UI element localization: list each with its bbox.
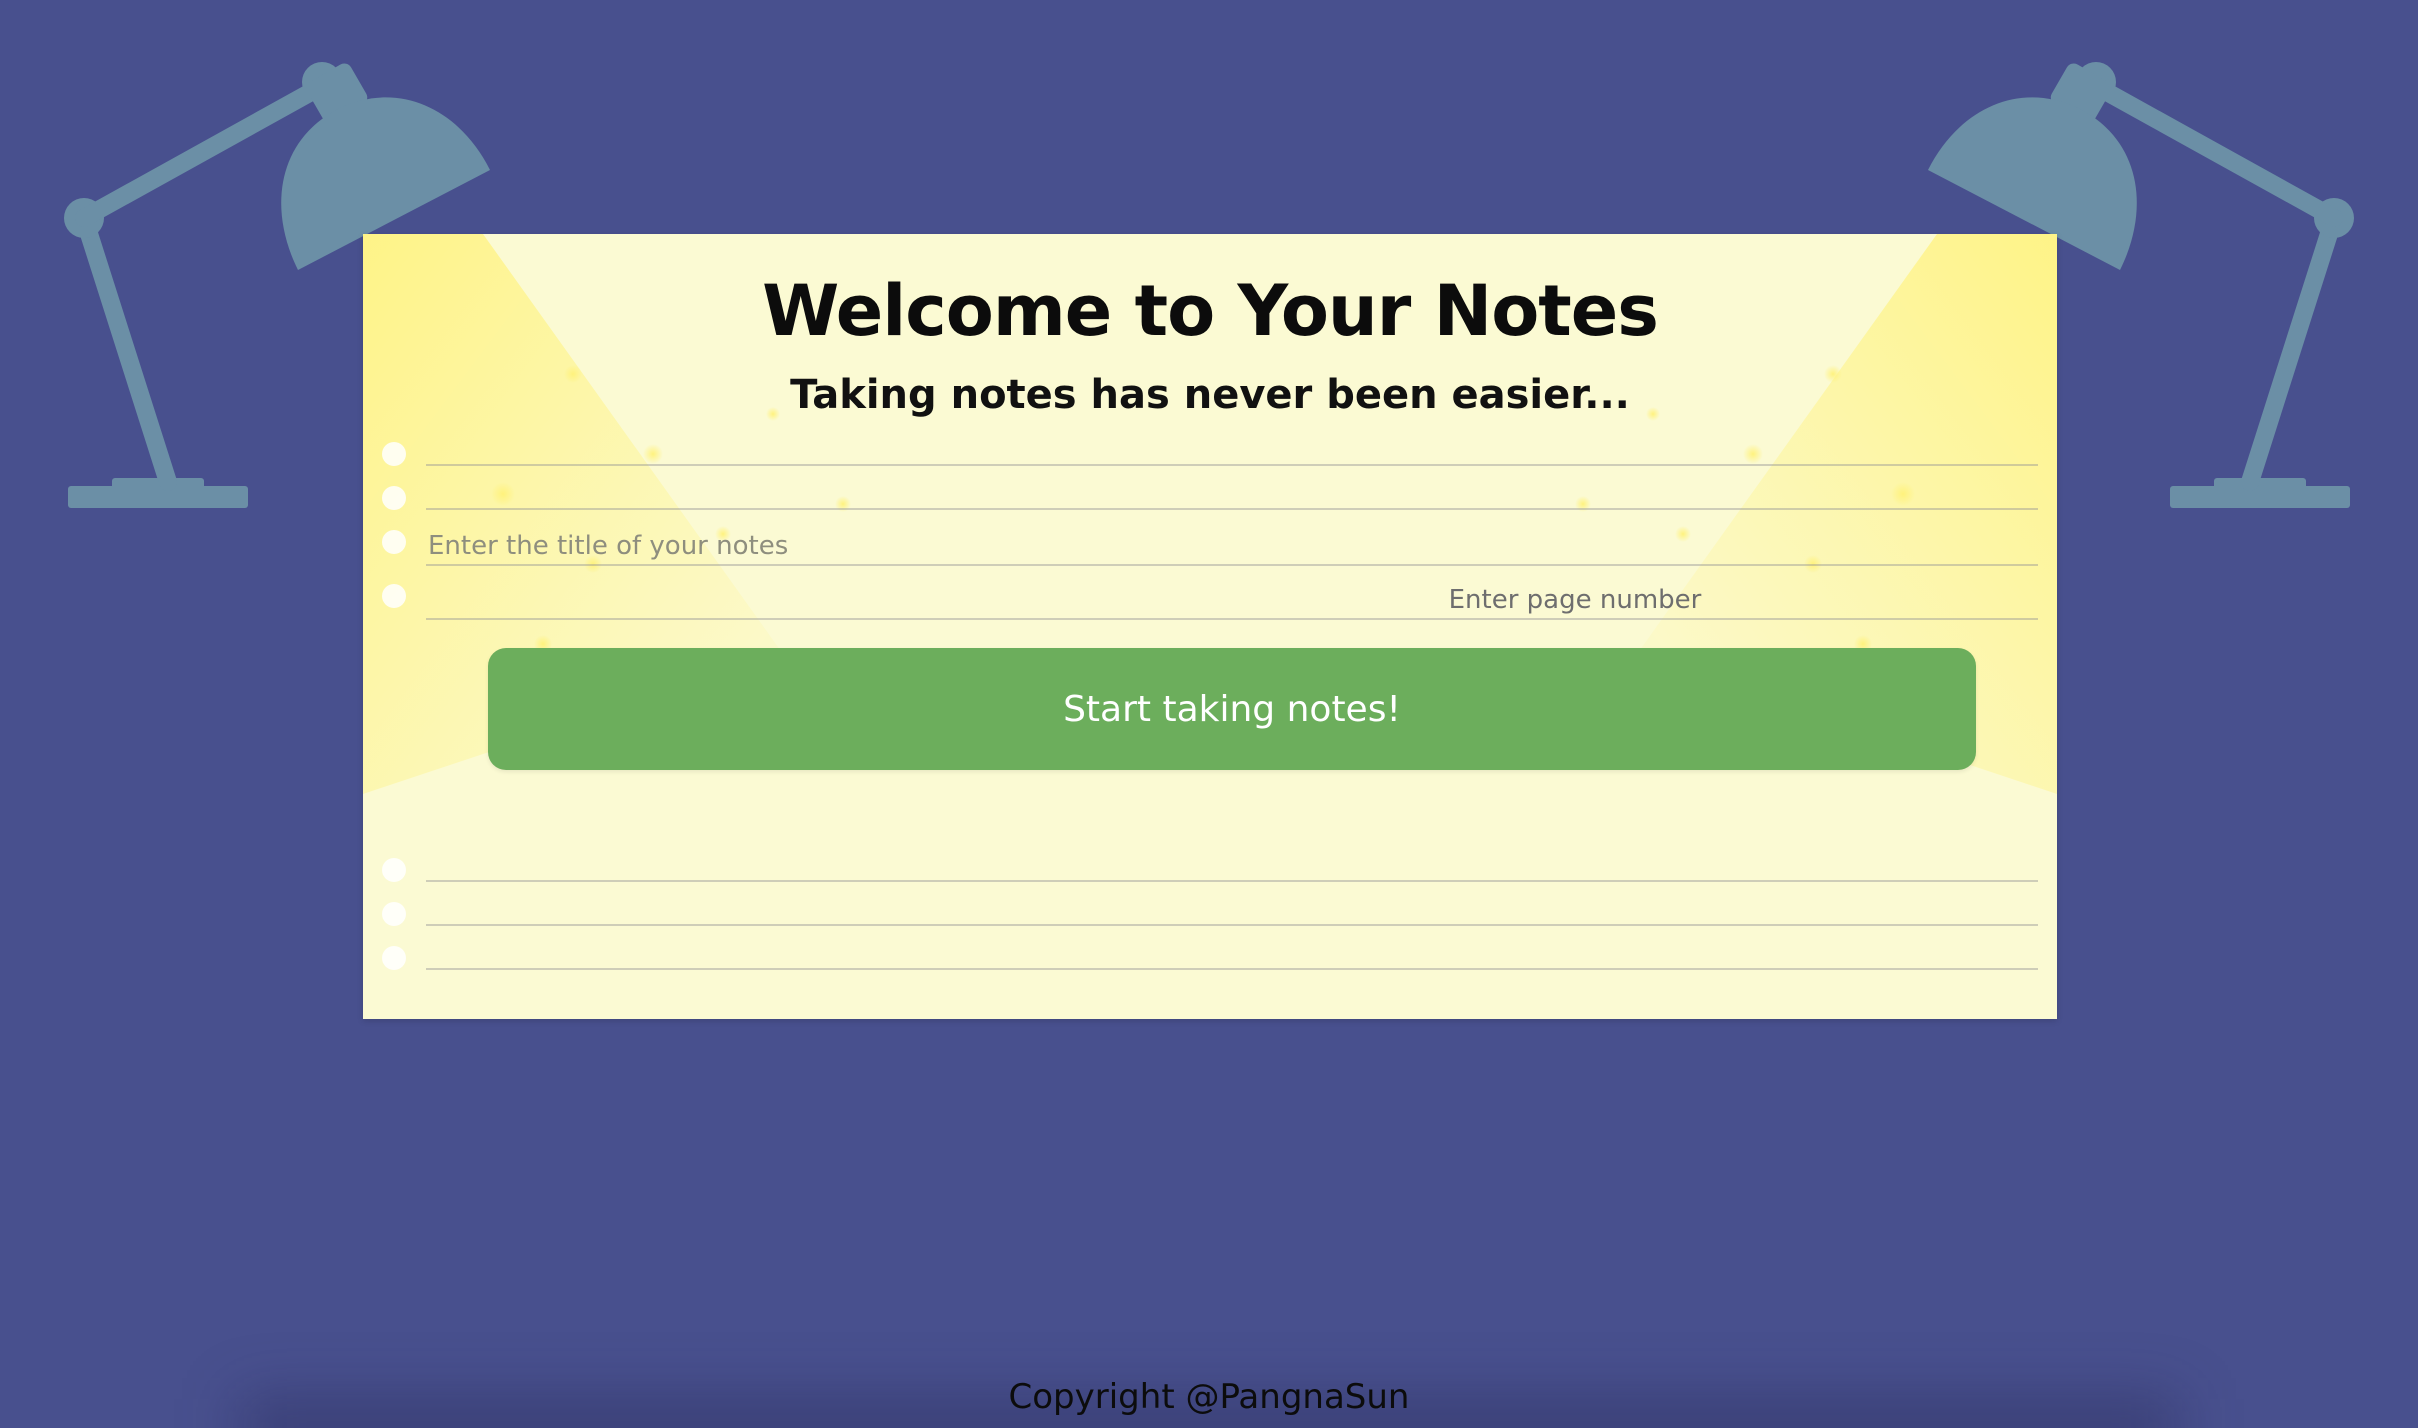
page-subtitle: Taking notes has never been easier... [790,372,1630,418]
binder-hole [382,584,406,608]
ruled-line [426,880,2038,882]
notes-paper: Welcome to Your Notes Taking notes has n… [363,234,2057,1019]
binder-hole [382,442,406,466]
start-taking-notes-button[interactable]: Start taking notes! [488,648,1976,770]
footer-copyright: Copyright @PangnaSun [1008,1377,1410,1417]
binder-hole [382,946,406,970]
page-stage: Welcome to Your Notes Taking notes has n… [0,0,2418,1428]
binder-hole [382,530,406,554]
notes-title-input[interactable] [426,526,1530,566]
ruled-line [426,924,2038,926]
page-title: Welcome to Your Notes [762,270,1659,352]
ruled-line [426,464,2038,466]
binder-hole [382,902,406,926]
ruled-line [426,508,2038,510]
ruled-line [426,968,2038,970]
page-number-input[interactable] [1373,580,1777,620]
ruled-line [426,618,2038,620]
binder-hole [382,858,406,882]
binder-hole [382,486,406,510]
